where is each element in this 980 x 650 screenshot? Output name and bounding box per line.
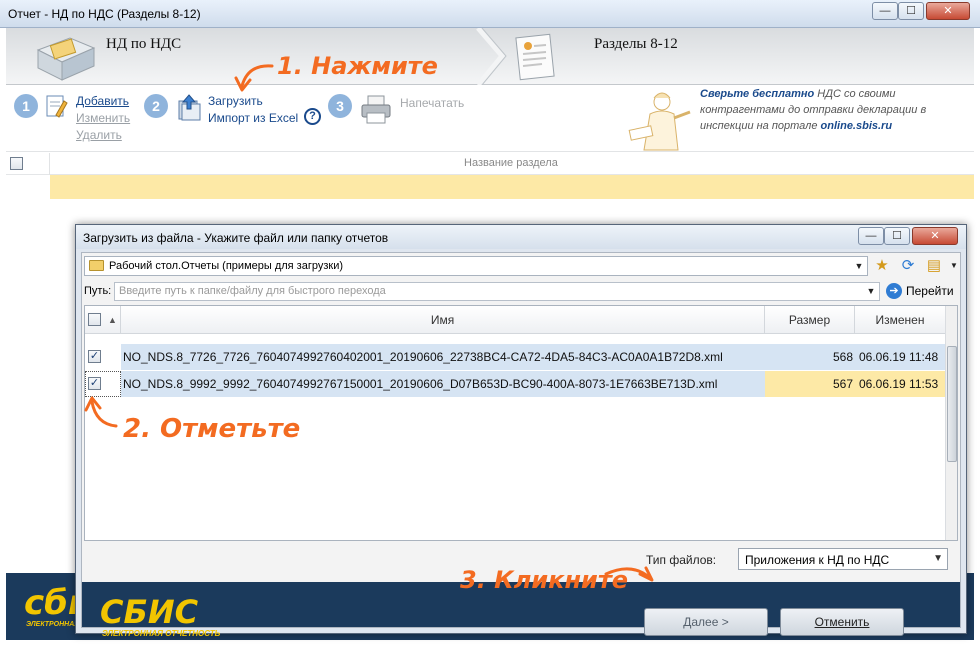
step-1-badge: 1 xyxy=(14,94,38,118)
file-modified: 06.06.19 11:48 xyxy=(859,350,939,364)
main-titlebar: Отчет - НД по НДС (Разделы 8-12) — ☐ ✕ xyxy=(0,0,980,28)
select-all-column: ▲ xyxy=(85,306,121,334)
annotation-step-3: 3. Кликните xyxy=(460,566,629,594)
select-all-files-checkbox[interactable] xyxy=(88,313,101,326)
file-checkbox[interactable]: ✓ xyxy=(88,350,101,363)
go-arrow-icon: ➔ xyxy=(886,283,902,299)
report-banner: НД по НДС Разделы 8-12 xyxy=(6,28,974,85)
file-type-select[interactable]: Приложения к НД по НДС ▼ xyxy=(738,548,948,570)
go-button-label: Перейти xyxy=(906,284,954,298)
file-list-header: ▲ Имя Размер Изменен xyxy=(85,306,945,334)
refresh-icon[interactable]: ⟳ xyxy=(898,257,918,275)
path-input-placeholder: Введите путь к папке/файлу для быстрого … xyxy=(119,285,386,297)
printer-icon xyxy=(361,95,391,124)
size-column-header[interactable]: Размер xyxy=(765,306,855,334)
path-row: Путь: Введите путь к папке/файлу для быс… xyxy=(82,281,960,303)
file-list-scrollbar[interactable] xyxy=(945,306,957,540)
maximize-button[interactable]: ☐ xyxy=(898,2,924,20)
chevron-down-icon[interactable]: ▼ xyxy=(851,257,867,275)
sections-document-icon xyxy=(515,33,555,81)
upload-icon xyxy=(178,94,201,121)
help-icon[interactable]: ? xyxy=(304,108,321,125)
cancel-button[interactable]: Отменить xyxy=(780,608,904,636)
sections-label: Разделы 8-12 xyxy=(594,36,678,52)
file-row[interactable]: ✓ NO_NDS.8_9992_9992_7604074992767150001… xyxy=(85,371,945,397)
edit-link[interactable]: Изменить xyxy=(76,111,130,125)
declaration-folder-icon xyxy=(36,37,96,81)
file-type-label: Тип файлов: xyxy=(646,553,717,567)
path-input[interactable]: Введите путь к папке/файлу для быстрого … xyxy=(114,282,880,301)
promo-prefix: Сверьте бесплатно xyxy=(700,88,815,100)
folder-select[interactable]: Рабочий стол.Отчеты (примеры для загрузк… xyxy=(84,256,868,276)
add-document-icon xyxy=(46,95,68,118)
file-modified: 06.06.19 11:53 xyxy=(859,377,939,391)
dialog-close-button[interactable]: ✕ xyxy=(912,227,958,245)
file-size: 567 xyxy=(832,377,853,391)
file-name: NO_NDS.8_7726_7726_7604074992760402001_2… xyxy=(123,350,723,364)
chevron-down-icon[interactable]: ▼ xyxy=(933,553,943,564)
path-label: Путь: xyxy=(84,285,112,297)
dialog-minimize-button[interactable]: — xyxy=(858,227,884,245)
nd-nds-label: НД по НДС xyxy=(106,36,182,52)
selected-section-row[interactable] xyxy=(50,175,974,199)
promo-text: Сверьте бесплатно НДС со своими контраге… xyxy=(700,86,970,134)
select-all-sections-checkbox[interactable] xyxy=(10,157,23,170)
file-size: 568 xyxy=(832,350,853,364)
go-button[interactable]: ➔ Перейти xyxy=(886,282,958,301)
annotation-step-1: 1. Нажмите xyxy=(277,52,438,80)
file-name: NO_NDS.8_9992_9992_7604074992767150001_2… xyxy=(123,377,718,391)
folder-icon xyxy=(89,260,104,271)
window-title: Отчет - НД по НДС (Разделы 8-12) xyxy=(8,7,201,21)
banner-arrow-icon xyxy=(476,28,507,85)
delete-link[interactable]: Удалить xyxy=(76,128,122,142)
add-link[interactable]: Добавить xyxy=(76,94,129,108)
file-row[interactable]: ✓ NO_NDS.8_7726_7726_7604074992760402001… xyxy=(85,344,945,370)
sections-grid-header: Название раздела xyxy=(6,153,974,175)
step-2-badge: 2 xyxy=(144,94,168,118)
section-name-column-header: Название раздела xyxy=(464,157,558,169)
promo-link[interactable]: online.sbis.ru xyxy=(821,120,893,132)
minimize-button[interactable]: — xyxy=(872,2,898,20)
next-button[interactable]: Далее > xyxy=(644,608,768,636)
sbis-logo: СБИС xyxy=(100,593,199,631)
close-button[interactable]: ✕ xyxy=(926,2,970,20)
sbis-logo-subtitle: ЭЛЕКТРОННАЯ ОТЧЕТНОСТЬ xyxy=(102,629,221,638)
path-chevron-down-icon[interactable]: ▼ xyxy=(864,283,878,300)
print-link[interactable]: Напечатать xyxy=(400,96,464,110)
annotation-step-2: 2. Отметьте xyxy=(123,414,301,444)
import-excel-link[interactable]: Импорт из Excel xyxy=(208,111,298,125)
dialog-titlebar: Загрузить из файла - Укажите файл или па… xyxy=(76,225,966,249)
file-checkbox[interactable]: ✓ xyxy=(88,377,101,390)
column-divider xyxy=(49,153,50,175)
modified-column-header[interactable]: Изменен xyxy=(855,306,945,334)
folder-menu-icon[interactable]: ▤ xyxy=(924,257,944,275)
toolbar: 1 Добавить Изменить Удалить 2 Загрузить … xyxy=(6,86,974,152)
sort-up-icon[interactable]: ▲ xyxy=(108,306,117,334)
name-column-header[interactable]: Имя xyxy=(121,306,765,334)
step-3-badge: 3 xyxy=(328,94,352,118)
dialog-title: Загрузить из файла - Укажите файл или па… xyxy=(83,231,389,245)
upload-link[interactable]: Загрузить xyxy=(208,94,263,108)
assistant-figure-icon xyxy=(628,92,691,151)
scrollbar-thumb[interactable] xyxy=(947,346,957,462)
folder-select-value: Рабочий стол.Отчеты (примеры для загрузк… xyxy=(109,260,344,272)
folder-menu-chevron-icon[interactable]: ▼ xyxy=(944,257,964,275)
main-logo-subtitle: ЭЛЕКТРОННАЯ xyxy=(26,621,80,628)
file-type-value: Приложения к НД по НДС xyxy=(745,553,890,567)
favorites-star-icon[interactable]: ★ xyxy=(872,257,892,275)
dialog-maximize-button[interactable]: ☐ xyxy=(884,227,910,245)
